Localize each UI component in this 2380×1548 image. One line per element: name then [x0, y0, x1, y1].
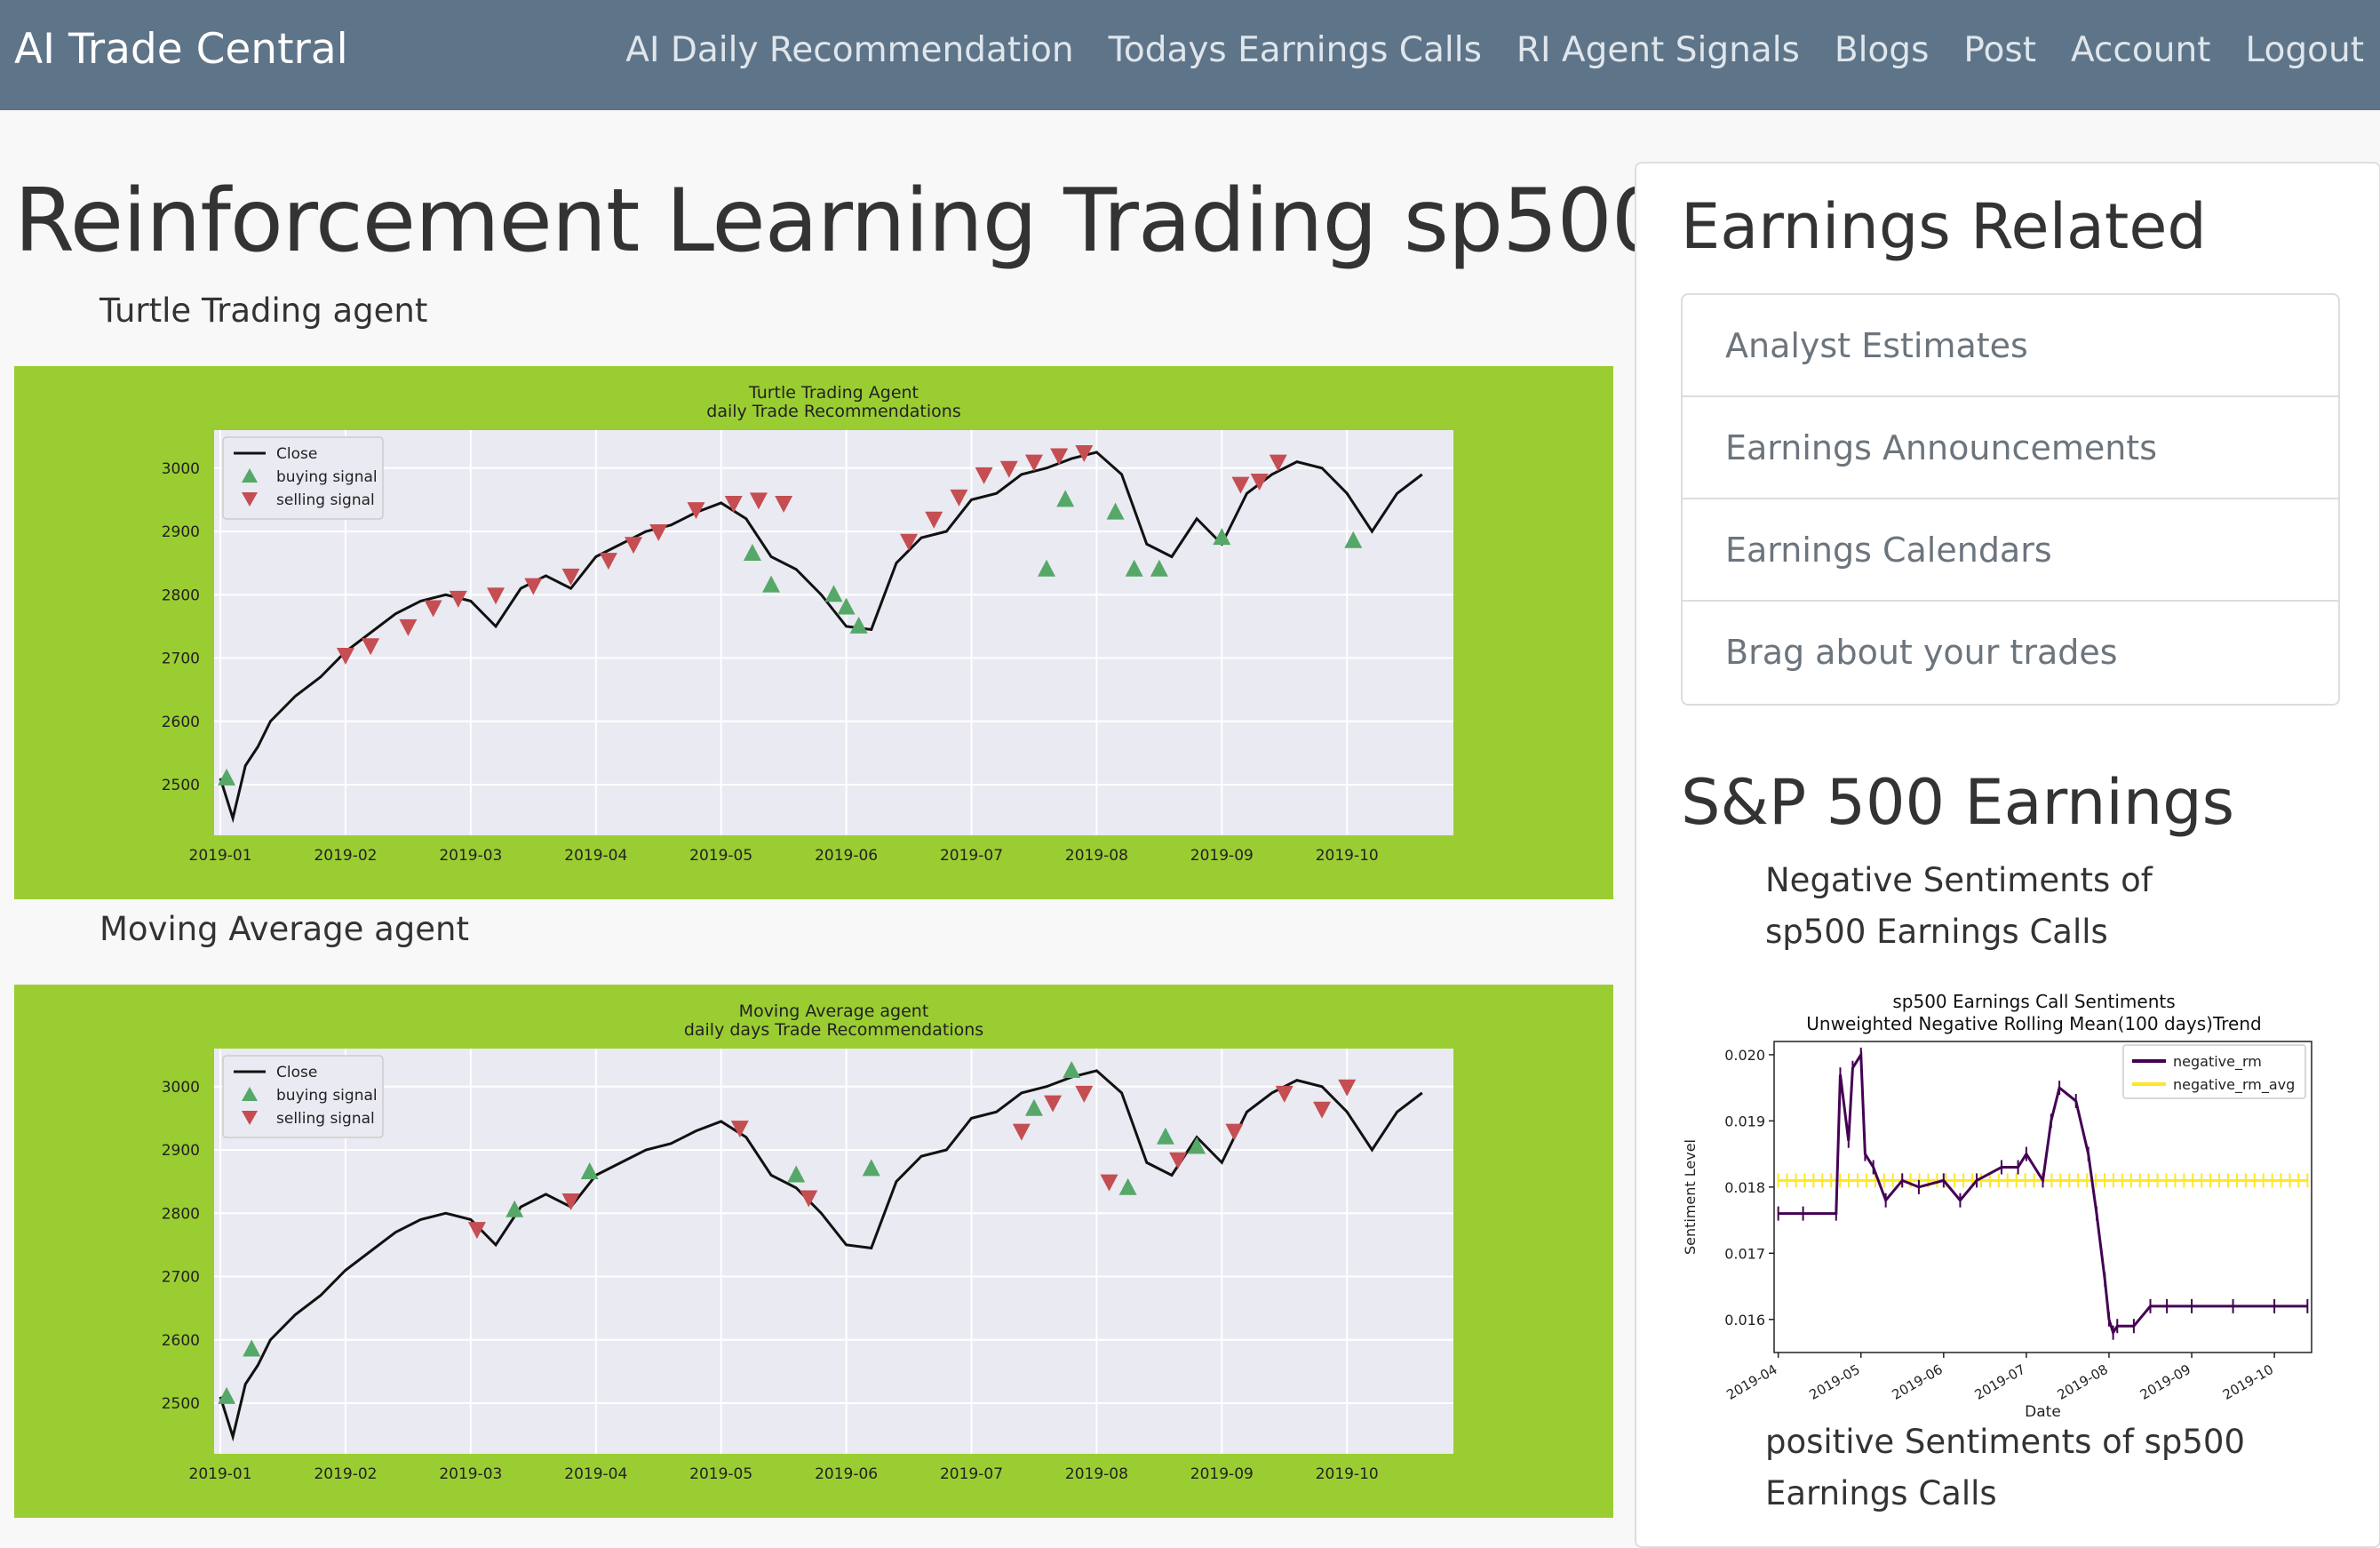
y-tick-label: 2600	[162, 714, 200, 731]
x-tick-label: 2019-01	[189, 1465, 252, 1483]
page-title: Reinforcement Learning Trading sp500	[14, 171, 1667, 272]
y-tick-label: 2500	[162, 777, 200, 794]
x-tick-label: 2019-08	[1065, 847, 1128, 865]
legend-label: negative_rm_avg	[2173, 1076, 2295, 1094]
plot-area	[214, 1049, 1453, 1454]
brand-logo[interactable]: AI Trade Central	[14, 25, 348, 74]
y-tick-label: 2700	[162, 1269, 200, 1287]
x-tick-label: 2019-08	[1065, 1465, 1128, 1483]
y-tick-label: 2500	[162, 1395, 200, 1413]
legend-label: selling signal	[276, 491, 375, 509]
legend-label: negative_rm	[2173, 1053, 2262, 1071]
x-tick-label: 2019-05	[689, 847, 752, 865]
chart-title: daily Trade Recommendations	[706, 402, 960, 421]
x-tick-label: 2019-06	[815, 847, 878, 865]
x-tick-label: 2019-04	[564, 847, 627, 865]
link-analyst-estimates[interactable]: Analyst Estimates	[1683, 295, 2338, 397]
y-tick-label: 2900	[162, 1142, 200, 1160]
link-brag-trades[interactable]: Brag about your trades	[1683, 602, 2338, 704]
x-tick-label: 2019-04	[1723, 1361, 1779, 1403]
x-tick-label: 2019-02	[314, 1465, 377, 1483]
y-tick-label: 3000	[162, 460, 200, 478]
legend-label: Close	[276, 1064, 317, 1081]
chart-title: daily days Trade Recommendations	[684, 1020, 983, 1040]
y-tick-label: 0.019	[1724, 1113, 1765, 1129]
y-tick-label: 2700	[162, 650, 200, 668]
x-tick-label: 2019-05	[1806, 1361, 1862, 1403]
y-tick-label: 0.017	[1724, 1245, 1765, 1262]
x-tick-label: 2019-08	[2055, 1361, 2111, 1403]
x-tick-label: 2019-10	[2220, 1361, 2276, 1403]
y-tick-label: 2800	[162, 586, 200, 604]
y-tick-label: 0.020	[1724, 1047, 1765, 1064]
moving-average-chart-svg: Moving Average agentdaily days Trade Rec…	[162, 1001, 1453, 1483]
nav-blogs[interactable]: Blogs	[1835, 30, 1930, 70]
chart-title: Moving Average agent	[739, 1001, 929, 1021]
y-tick-label: 2800	[162, 1205, 200, 1223]
x-tick-label: 2019-10	[1316, 847, 1379, 865]
x-tick-label: 2019-06	[1890, 1361, 1946, 1403]
nav-todays-earnings-calls[interactable]: Todays Earnings Calls	[1109, 30, 1482, 70]
nav-logout[interactable]: Logout	[2245, 30, 2364, 70]
sp500-earnings-title: S&P 500 Earnings	[1681, 766, 2235, 839]
y-tick-label: 3000	[162, 1079, 200, 1097]
earnings-links: Analyst Estimates Earnings Announcements…	[1681, 293, 2340, 706]
x-tick-label: 2019-04	[564, 1465, 627, 1483]
turtle-chart: Turtle Trading Agent daily Trade Recommen…	[14, 366, 1613, 899]
y-axis-label: Sentiment Level	[1682, 1139, 1699, 1255]
negative-sentiment-chart: sp500 Earnings Call Sentiments Unweighted…	[1681, 988, 2338, 1419]
top-navbar: AI Trade Central AI Daily Recommendation…	[0, 0, 2380, 110]
x-tick-label: 2019-03	[439, 847, 502, 865]
nav-account[interactable]: Account	[2071, 30, 2210, 70]
y-tick-label: 0.016	[1724, 1312, 1765, 1329]
x-tick-label: 2019-06	[815, 1465, 878, 1483]
positive-sentiment-caption: positive Sentiments of sp500 Earnings Ca…	[1765, 1423, 2245, 1512]
y-tick-label: 2600	[162, 1332, 200, 1350]
sentiment-chart-title: Unweighted Negative Rolling Mean(100 day…	[1806, 1013, 2261, 1034]
x-tick-label: 2019-03	[439, 1465, 502, 1483]
nav-post[interactable]: Post	[1963, 30, 2036, 70]
sentiment-chart-title: sp500 Earnings Call Sentiments	[1892, 991, 2175, 1012]
x-tick-label: 2019-07	[1972, 1361, 2028, 1403]
negative-sentiment-caption: Negative Sentiments of sp500 Earnings Ca…	[1765, 861, 2153, 951]
x-tick-label: 2019-07	[940, 847, 1003, 865]
nav-ai-daily-recommendation[interactable]: AI Daily Recommendation	[625, 30, 1073, 70]
chart-title: Turtle Trading Agent	[748, 383, 919, 403]
sidebar: Earnings Related Analyst Estimates Earni…	[1635, 162, 2380, 1548]
x-tick-label: 2019-09	[1190, 1465, 1254, 1483]
turtle-agent-label: Turtle Trading agent	[99, 291, 428, 330]
moving-average-agent-label: Moving Average agent	[99, 910, 470, 948]
legend-label: buying signal	[276, 1087, 378, 1105]
legend-label: selling signal	[276, 1110, 375, 1128]
y-tick-label: 2900	[162, 523, 200, 541]
legend-label: Close	[276, 445, 317, 463]
link-earnings-calendars[interactable]: Earnings Calendars	[1683, 499, 2338, 602]
legend-label: buying signal	[276, 468, 378, 486]
nav-ri-agent-signals[interactable]: RI Agent Signals	[1516, 30, 1800, 70]
y-tick-label: 0.018	[1724, 1179, 1765, 1196]
x-tick-label: 2019-10	[1316, 1465, 1379, 1483]
earnings-related-title: Earnings Related	[1681, 190, 2207, 263]
turtle-chart-svg: Turtle Trading Agentdaily Trade Recommen…	[162, 383, 1453, 865]
x-tick-label: 2019-01	[189, 847, 252, 865]
moving-average-chart: Moving Average agent daily days Trade Rec…	[14, 985, 1613, 1518]
x-tick-label: 2019-02	[314, 847, 377, 865]
plot-area	[214, 430, 1453, 835]
x-tick-label: 2019-07	[940, 1465, 1003, 1483]
x-tick-label: 2019-09	[1190, 847, 1254, 865]
link-earnings-announcements[interactable]: Earnings Announcements	[1683, 397, 2338, 499]
nav-links: AI Daily Recommendation Todays Earnings …	[591, 30, 2364, 70]
x-tick-label: 2019-09	[2137, 1361, 2193, 1403]
x-tick-label: 2019-05	[689, 1465, 752, 1483]
negative-sentiment-chart-svg: sp500 Earnings Call SentimentsUnweighted…	[1682, 991, 2312, 1419]
